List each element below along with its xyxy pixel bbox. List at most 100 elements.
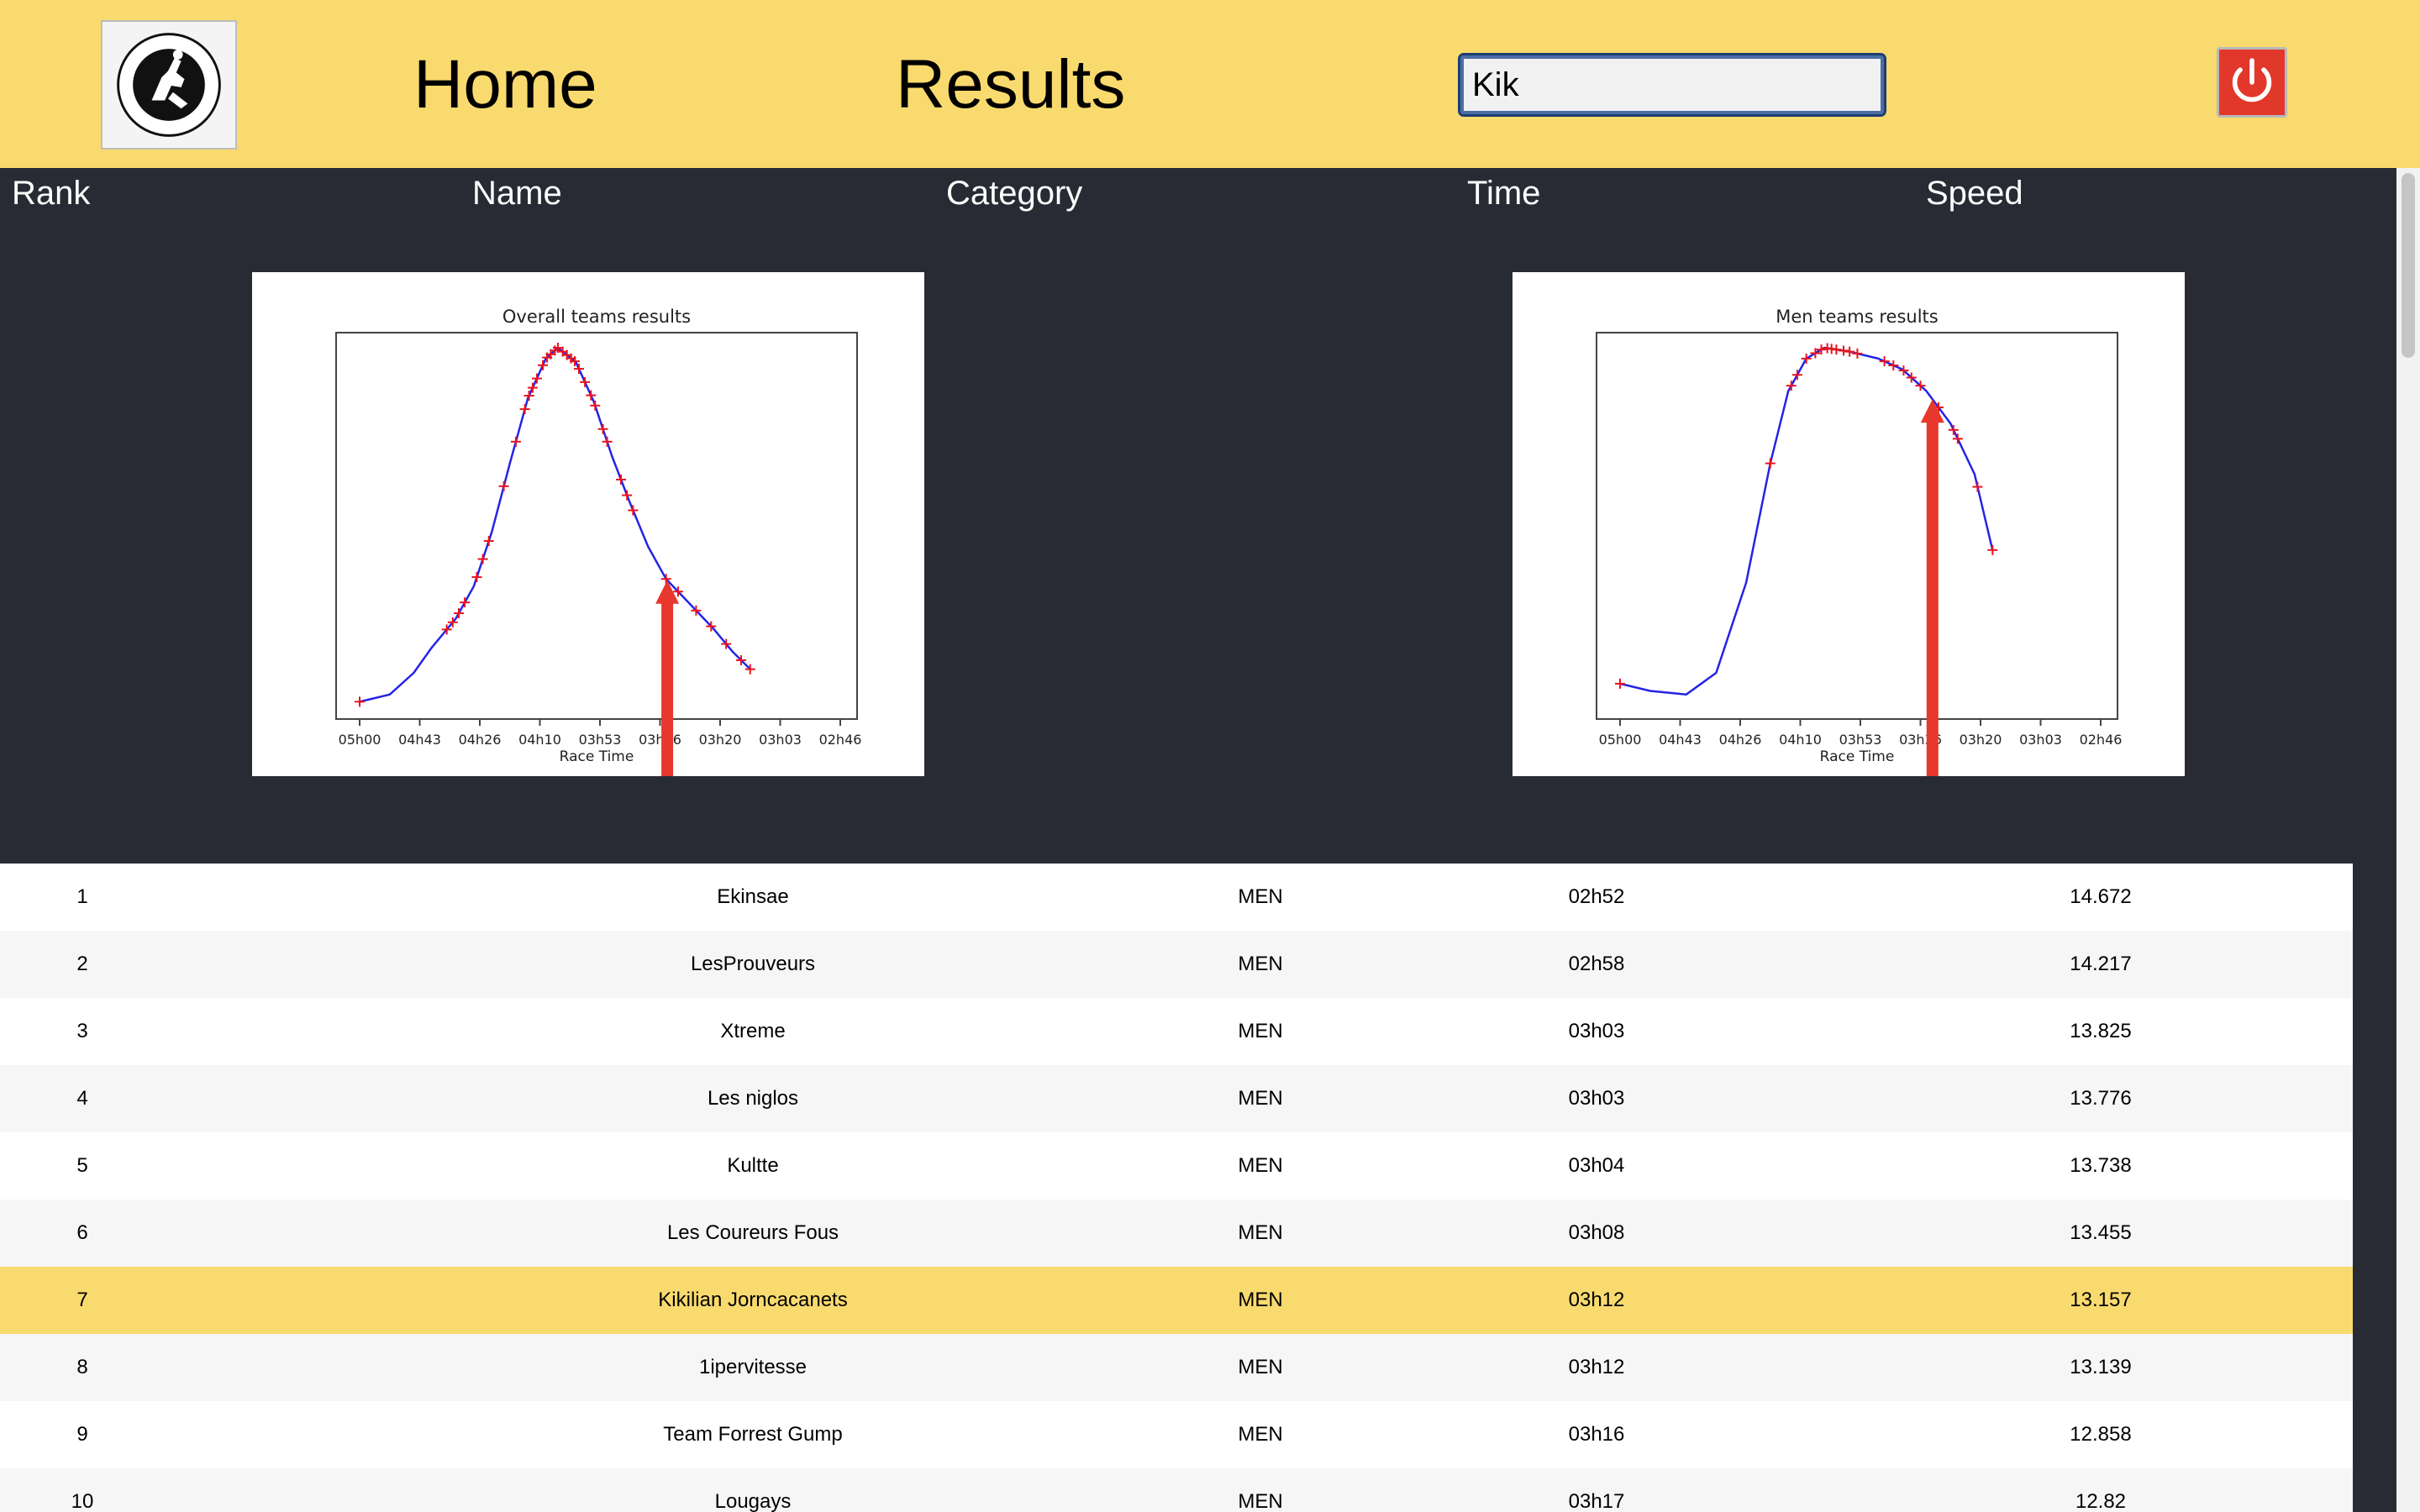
column-header-time[interactable]: Time — [1467, 173, 1540, 213]
table-row[interactable]: 4 Les niglos MEN 03h03 13.776 — [0, 1065, 2353, 1132]
cell-name: LesProuveurs — [690, 953, 816, 975]
data-point-marker — [602, 436, 613, 447]
data-point-marker — [1831, 344, 1842, 355]
data-point-marker — [510, 436, 521, 447]
marker-layer — [355, 343, 755, 707]
table-row[interactable]: 6 Les Coureurs Fous MEN 03h08 13.455 — [0, 1200, 2353, 1267]
cell-name: Les niglos — [707, 1087, 799, 1110]
data-point-marker — [1888, 360, 1899, 370]
cell-name: Xtreme — [720, 1020, 786, 1042]
result-curve-line — [359, 346, 751, 703]
curve-layer — [359, 346, 751, 703]
power-icon — [2232, 58, 2272, 102]
power-button[interactable] — [2217, 47, 2287, 118]
results-table: 1 Ekinsae MEN 02h52 14.672 2 LesProuveur… — [0, 864, 2353, 1512]
cell-name: Kikilian Jorncacanets — [658, 1289, 848, 1311]
data-point-marker — [590, 400, 601, 411]
data-point-marker — [477, 554, 488, 564]
column-header-speed[interactable]: Speed — [1926, 173, 2023, 213]
table-row[interactable]: 2 LesProuveurs MEN 02h58 14.217 — [0, 931, 2353, 998]
data-point-marker — [616, 474, 627, 485]
x-tick-label: 03h36 — [639, 732, 681, 748]
x-axis-label: Race Time — [1820, 748, 1895, 765]
cell-speed: 13.825 — [2070, 1020, 2132, 1042]
nav-home[interactable]: Home — [413, 45, 597, 124]
data-point-marker — [1615, 678, 1625, 689]
table-row[interactable]: 3 Xtreme MEN 03h03 13.825 — [0, 998, 2353, 1065]
column-header-category[interactable]: Category — [946, 173, 1082, 213]
data-point-marker — [1801, 353, 1812, 364]
cell-rank: 2 — [76, 953, 88, 975]
cell-rank: 5 — [76, 1154, 88, 1177]
column-header-name[interactable]: Name — [472, 173, 562, 213]
table-row[interactable]: 10 Lougays MEN 03h17 12.82 — [0, 1468, 2353, 1512]
cell-category: MEN — [1238, 1289, 1283, 1311]
cell-rank: 8 — [76, 1356, 88, 1378]
data-point-marker — [498, 480, 509, 491]
x-tick-label: 05h00 — [339, 732, 381, 748]
cell-speed: 13.738 — [2070, 1154, 2132, 1177]
arrow-shaft — [1926, 416, 1939, 776]
table-row[interactable]: 5 Kultte MEN 03h04 13.738 — [0, 1132, 2353, 1200]
cell-speed: 13.157 — [2070, 1289, 2132, 1311]
logo-emblem-icon — [117, 33, 221, 137]
table-row[interactable]: 1 Ekinsae MEN 02h52 14.672 — [0, 864, 2353, 931]
cell-name: Team Forrest Gump — [663, 1423, 843, 1446]
cell-rank: 10 — [71, 1490, 94, 1512]
cell-time: 03h17 — [1568, 1490, 1625, 1512]
x-axis-ticks: 05h00 04h43 04h26 04h10 03h53 03h36 03h20 03h03… — [339, 719, 862, 748]
data-point-marker — [1952, 433, 1963, 444]
cell-time: 03h12 — [1568, 1356, 1625, 1378]
cell-category: MEN — [1238, 1221, 1283, 1244]
data-point-marker — [1765, 458, 1776, 469]
data-point-marker — [471, 572, 482, 583]
data-point-marker — [483, 536, 494, 547]
cell-rank: 9 — [76, 1423, 88, 1446]
data-point-marker — [1791, 370, 1802, 381]
cell-time: 03h08 — [1568, 1221, 1625, 1244]
column-header-rank[interactable]: Rank — [12, 173, 90, 213]
cell-category: MEN — [1238, 1087, 1283, 1110]
top-header: Home Results — [0, 0, 2420, 168]
data-point-marker — [1987, 544, 1998, 555]
data-point-marker — [628, 505, 639, 516]
overall-chart-svg: Overall teams results 05h00 04h43 04h26 04h… — [335, 307, 862, 776]
table-row[interactable]: 8 1ipervitesse MEN 03h12 13.139 — [0, 1334, 2353, 1401]
cell-rank: 3 — [76, 1020, 88, 1042]
table-row-highlighted[interactable]: 7 Kikilian Jorncacanets MEN 03h12 13.157 — [0, 1267, 2353, 1334]
ekiden-logo[interactable] — [101, 20, 237, 150]
plot-frame — [335, 332, 858, 720]
data-point-marker — [1786, 381, 1797, 391]
cell-speed: 12.82 — [2075, 1490, 2127, 1512]
x-tick-label: 04h10 — [518, 732, 561, 748]
marker-layer — [1615, 343, 1998, 689]
x-tick-label: 02h46 — [819, 732, 862, 748]
cell-name: Lougays — [714, 1490, 792, 1512]
cell-name: Les Coureurs Fous — [666, 1221, 839, 1244]
page-scrollbar-track[interactable] — [2396, 168, 2420, 1512]
cell-name: Kultte — [727, 1154, 779, 1177]
data-point-marker — [460, 597, 471, 608]
x-tick-label: 04h10 — [1779, 732, 1822, 748]
data-point-marker — [586, 390, 597, 401]
x-tick-label: 04h43 — [1659, 732, 1702, 748]
x-tick-label: 03h53 — [1839, 732, 1882, 748]
x-tick-label: 05h00 — [1599, 732, 1642, 748]
cell-time: 03h16 — [1568, 1423, 1625, 1446]
table-row[interactable]: 9 Team Forrest Gump MEN 03h16 12.858 — [0, 1401, 2353, 1468]
data-point-marker — [622, 490, 633, 501]
cell-speed: 13.455 — [2070, 1221, 2132, 1244]
plot-frame — [1596, 332, 2118, 720]
overall-results-chart: Overall teams results 05h00 04h43 04h26 04h… — [252, 272, 924, 776]
cell-rank: 7 — [76, 1289, 88, 1311]
cell-category: MEN — [1238, 1356, 1283, 1378]
nav-results[interactable]: Results — [896, 45, 1125, 124]
x-tick-label: 03h20 — [1960, 732, 2002, 748]
chart-title: Overall teams results — [502, 307, 691, 327]
cell-rank: 6 — [76, 1221, 88, 1244]
search-input[interactable] — [1458, 53, 1886, 117]
cell-time: 03h03 — [1568, 1020, 1625, 1042]
cell-name: Ekinsae — [717, 885, 789, 908]
cell-speed: 13.139 — [2070, 1356, 2132, 1378]
page-scrollbar-thumb[interactable] — [2402, 173, 2415, 358]
